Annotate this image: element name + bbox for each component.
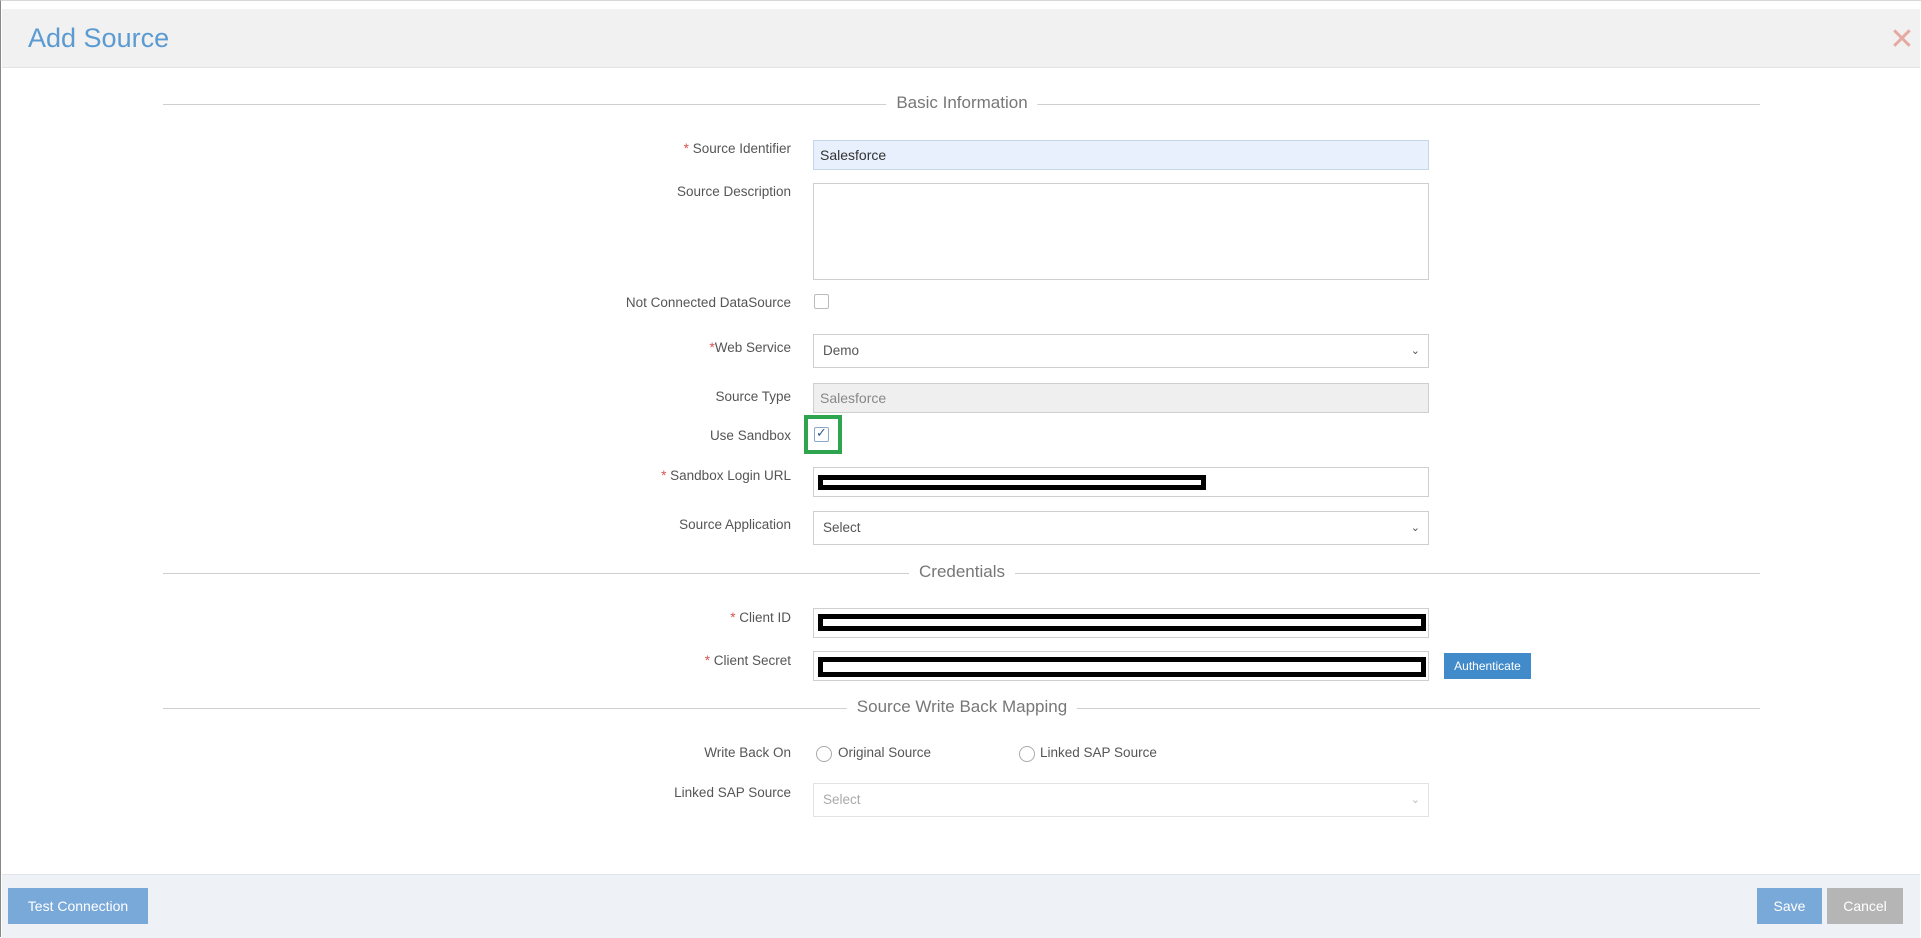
modal-footer: Test Connection Save Cancel xyxy=(2,874,1920,938)
redaction-bar xyxy=(818,614,1426,631)
write-back-on-label: Write Back On xyxy=(704,745,791,760)
linked-sap-source-value: Select xyxy=(823,792,861,807)
section-title-basic: Basic Information xyxy=(886,93,1038,113)
modal-title: Add Source xyxy=(28,23,170,53)
client-secret-label: * Client Secret xyxy=(704,653,791,668)
authenticate-button[interactable]: Authenticate xyxy=(1444,653,1531,679)
chevron-down-icon: ⌄ xyxy=(1410,522,1420,534)
radio-original-source[interactable] xyxy=(816,746,832,762)
linked-sap-source-select[interactable]: Select ⌄ xyxy=(813,783,1429,817)
redaction-bar xyxy=(818,657,1426,677)
radio-original-source-label: Original Source xyxy=(838,745,932,760)
source-application-select[interactable]: Select ⌄ xyxy=(813,511,1429,545)
save-button[interactable]: Save xyxy=(1757,888,1822,924)
source-type-input: Salesforce xyxy=(813,383,1429,413)
not-connected-datasource-checkbox[interactable] xyxy=(814,294,829,309)
client-id-label: * Client ID xyxy=(730,610,791,625)
web-service-select[interactable]: Demo ⌄ xyxy=(813,334,1429,368)
redaction-bar xyxy=(818,475,1206,490)
section-title-credentials: Credentials xyxy=(909,562,1015,582)
linked-sap-source-label: Linked SAP Source xyxy=(674,785,791,800)
web-service-value: Demo xyxy=(823,343,860,358)
radio-linked-sap-source[interactable] xyxy=(1019,746,1035,762)
section-title-write-back: Source Write Back Mapping xyxy=(846,697,1078,717)
chevron-down-icon: ⌄ xyxy=(1410,345,1420,357)
source-application-value: Select xyxy=(823,520,861,535)
source-description-label: Source Description xyxy=(676,184,791,199)
use-sandbox-label: Use Sandbox xyxy=(709,428,791,443)
use-sandbox-checkbox[interactable]: ✓ xyxy=(814,425,829,442)
add-source-modal: Add Source ✕ Basic Information * Source … xyxy=(0,0,1921,938)
test-connection-button[interactable]: Test Connection xyxy=(8,888,148,924)
chevron-down-icon: ⌄ xyxy=(1410,794,1420,806)
check-icon: ✓ xyxy=(816,425,827,440)
source-application-label: Source Application xyxy=(679,517,791,532)
source-identifier-label: * Source Identifier xyxy=(683,141,791,156)
source-type-label: Source Type xyxy=(715,389,791,404)
close-icon[interactable]: ✕ xyxy=(1886,25,1918,57)
web-service-label: *Web Service xyxy=(709,340,791,355)
not-connected-datasource-label: Not Connected DataSource xyxy=(625,295,791,310)
sandbox-login-url-label: * Sandbox Login URL xyxy=(661,468,791,483)
source-description-textarea[interactable] xyxy=(813,183,1429,280)
source-identifier-input[interactable]: Salesforce xyxy=(813,140,1429,170)
radio-linked-sap-source-label: Linked SAP Source xyxy=(1040,745,1157,760)
cancel-button[interactable]: Cancel xyxy=(1827,888,1903,924)
modal-header: Add Source ✕ xyxy=(2,9,1920,68)
